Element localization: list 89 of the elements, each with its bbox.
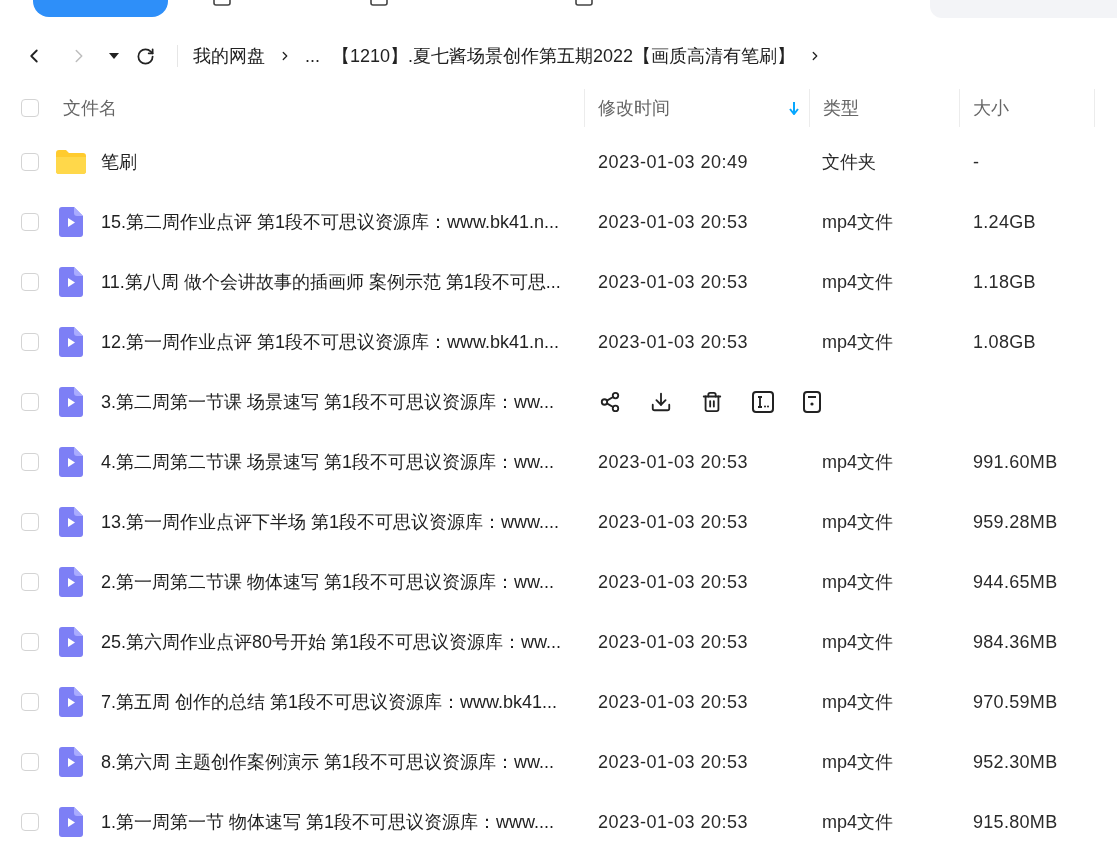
share-icon[interactable]: [599, 391, 621, 413]
video-file-icon: [59, 747, 83, 777]
modified-time: 2023-01-03 20:53: [598, 451, 749, 472]
checkbox[interactable]: [21, 573, 39, 591]
file-name[interactable]: 1.第一周第一节 物体速写 第1段不可思议资源库：www....: [101, 808, 555, 836]
file-size: -: [973, 151, 980, 172]
checkbox[interactable]: [21, 513, 39, 531]
caret-down-icon[interactable]: [109, 53, 119, 59]
file-name[interactable]: 25.第六周作业点评80号开始 第1段不可思议资源库：ww...: [101, 628, 562, 656]
checkbox[interactable]: [21, 453, 39, 471]
modified-time: 2023-01-03 20:53: [598, 271, 749, 292]
breadcrumb-link[interactable]: ...: [305, 42, 320, 70]
checkbox[interactable]: [21, 633, 39, 651]
checkbox[interactable]: [21, 213, 39, 231]
text-cursor-box-icon[interactable]: [752, 391, 774, 413]
checkbox[interactable]: [21, 99, 39, 117]
file-type: mp4文件: [822, 751, 893, 772]
tablet-icon[interactable]: [803, 391, 821, 413]
box-outline-icon[interactable]: [213, 0, 231, 6]
sort-arrow-icon[interactable]: [789, 101, 799, 115]
modified-time: 2023-01-03 20:53: [598, 211, 749, 232]
video-file-icon: [59, 327, 83, 357]
download-icon[interactable]: [650, 391, 672, 413]
file-name[interactable]: 笔刷: [101, 148, 137, 176]
column-header[interactable]: 修改时间: [598, 94, 670, 122]
file-size: 1.24GB: [973, 211, 1036, 232]
video-file-icon: [59, 687, 83, 717]
modified-time: 2023-01-03 20:53: [598, 691, 749, 712]
file-name[interactable]: 3.第二周第一节课 场景速写 第1段不可思议资源库：ww...: [101, 388, 555, 416]
video-file-icon: [59, 807, 83, 837]
file-size: 959.28MB: [973, 511, 1058, 532]
file-type: mp4文件: [822, 331, 893, 352]
modified-time: 2023-01-03 20:53: [598, 811, 749, 832]
file-type: mp4文件: [822, 571, 893, 592]
folder-icon: [56, 150, 86, 174]
file-type: mp4文件: [822, 451, 893, 472]
box-outline-icon[interactable]: [370, 0, 388, 6]
modified-time: 2023-01-03 20:53: [598, 331, 749, 352]
file-name[interactable]: 12.第一周作业点评 第1段不可思议资源库：www.bk41.n...: [101, 328, 560, 356]
file-type: 文件夹: [822, 151, 876, 172]
file-name[interactable]: 4.第二周第二节课 场景速写 第1段不可思议资源库：ww...: [101, 448, 555, 476]
file-type: mp4文件: [822, 691, 893, 712]
primary-button[interactable]: [33, 0, 168, 17]
box-outline-icon[interactable]: [575, 0, 593, 6]
file-size: 944.65MB: [973, 571, 1058, 592]
video-file-icon: [59, 447, 83, 477]
file-type: mp4文件: [822, 511, 893, 532]
trash-icon[interactable]: [701, 391, 723, 413]
file-name[interactable]: 13.第一周作业点评下半场 第1段不可思议资源库：www....: [101, 508, 560, 536]
file-size: 915.80MB: [973, 811, 1058, 832]
breadcrumb-link[interactable]: 我的网盘: [193, 42, 265, 70]
file-size: 1.08GB: [973, 331, 1036, 352]
breadcrumb-link[interactable]: 【1210】.夏七酱场景创作第五期2022【画质高清有笔刷】: [332, 42, 796, 70]
file-type: mp4文件: [822, 811, 893, 832]
file-size: 1.18GB: [973, 271, 1036, 292]
file-size: 984.36MB: [973, 631, 1058, 652]
file-size: 970.59MB: [973, 691, 1058, 712]
video-file-icon: [59, 507, 83, 537]
checkbox[interactable]: [21, 693, 39, 711]
file-name[interactable]: 15.第二周作业点评 第1段不可思议资源库：www.bk41.n...: [101, 208, 560, 236]
video-file-icon: [59, 267, 83, 297]
column-header[interactable]: 大小: [973, 94, 1009, 122]
file-name[interactable]: 2.第一周第二节课 物体速写 第1段不可思议资源库：ww...: [101, 568, 555, 596]
column-header[interactable]: 文件名: [63, 94, 117, 122]
modified-time: 2023-01-03 20:49: [598, 151, 749, 172]
file-name[interactable]: 7.第五周 创作的总结 第1段不可思议资源库：www.bk41...: [101, 688, 558, 716]
modified-time: 2023-01-03 20:53: [598, 631, 749, 652]
modified-time: 2023-01-03 20:53: [598, 751, 749, 772]
file-type: mp4文件: [822, 271, 893, 292]
checkbox[interactable]: [21, 153, 39, 171]
file-type: mp4文件: [822, 631, 893, 652]
file-name[interactable]: 11.第八周 做个会讲故事的插画师 案例示范 第1段不可思...: [101, 268, 561, 296]
video-file-icon: [59, 387, 83, 417]
checkbox[interactable]: [21, 333, 39, 351]
column-header[interactable]: 类型: [823, 94, 859, 122]
file-size: 991.60MB: [973, 451, 1058, 472]
video-file-icon: [59, 207, 83, 237]
modified-time: 2023-01-03 20:53: [598, 571, 749, 592]
file-size: 952.30MB: [973, 751, 1058, 772]
refresh-icon[interactable]: [136, 46, 155, 66]
video-file-icon: [59, 627, 83, 657]
modified-time: 2023-01-03 20:53: [598, 511, 749, 532]
file-type: mp4文件: [822, 211, 893, 232]
checkbox[interactable]: [21, 813, 39, 831]
checkbox[interactable]: [21, 273, 39, 291]
checkbox[interactable]: [21, 753, 39, 771]
checkbox[interactable]: [21, 393, 39, 411]
video-file-icon: [59, 567, 83, 597]
file-name[interactable]: 8.第六周 主题创作案例演示 第1段不可思议资源库：ww...: [101, 748, 555, 776]
